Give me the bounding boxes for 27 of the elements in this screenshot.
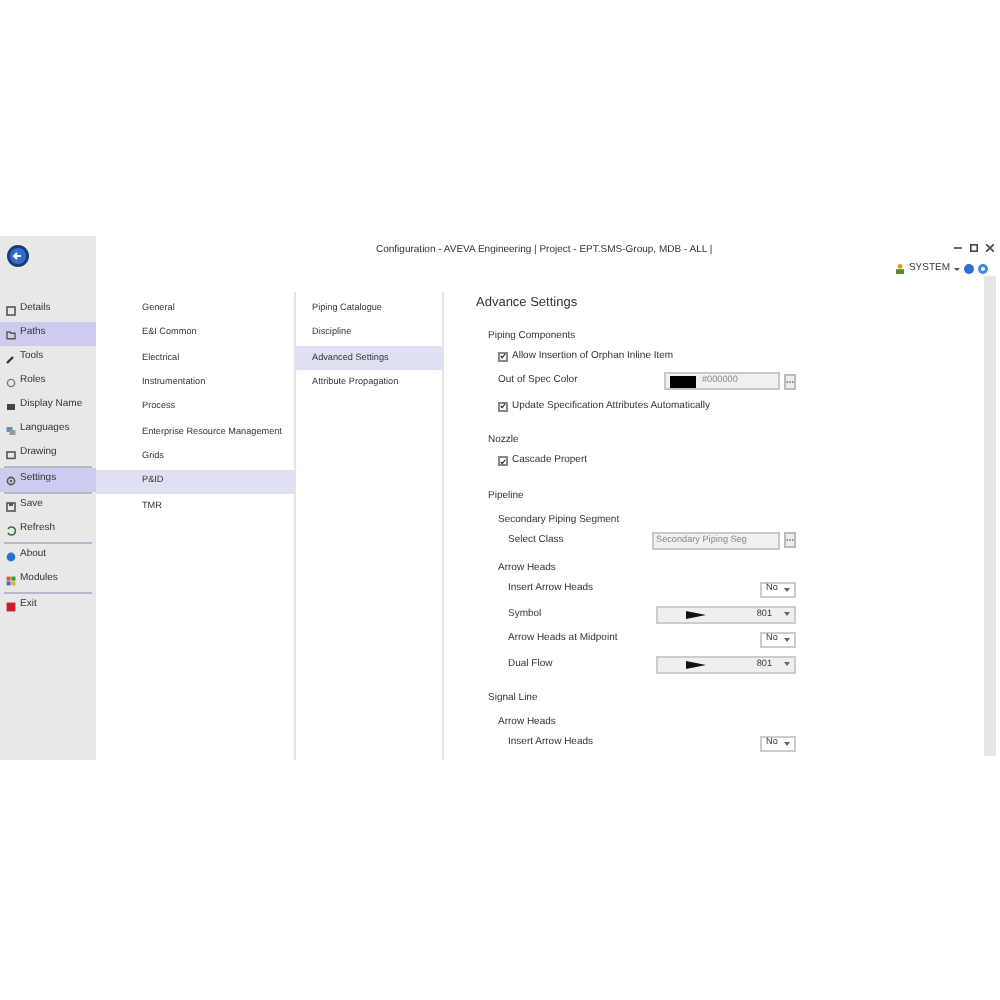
caret-icon <box>784 612 790 617</box>
caret-icon <box>784 637 790 642</box>
arrowhead-icon <box>686 659 706 670</box>
folder-icon <box>6 329 16 339</box>
wrench-icon <box>6 353 16 363</box>
save-icon <box>6 501 16 511</box>
minimize-icon[interactable] <box>954 244 962 252</box>
caret-icon <box>784 662 790 667</box>
grid-icon <box>6 575 16 585</box>
maximize-icon[interactable] <box>970 244 978 252</box>
back-icon[interactable] <box>6 244 30 268</box>
checkbox[interactable] <box>498 351 508 362</box>
scrollbar[interactable] <box>984 276 996 756</box>
arrowhead-icon <box>686 609 706 620</box>
details-icon <box>6 305 16 315</box>
monitor-icon <box>6 401 16 411</box>
languages-icon <box>6 425 16 435</box>
checkbox[interactable] <box>498 456 508 467</box>
refresh-icon <box>6 525 16 535</box>
frame-icon <box>6 449 16 459</box>
caret-icon <box>784 741 790 746</box>
caret-icon <box>784 587 790 592</box>
square-icon <box>6 601 16 611</box>
checkbox[interactable] <box>498 401 508 412</box>
close-icon[interactable] <box>986 244 994 252</box>
circle-icon <box>6 377 16 387</box>
user-icon <box>896 264 905 275</box>
